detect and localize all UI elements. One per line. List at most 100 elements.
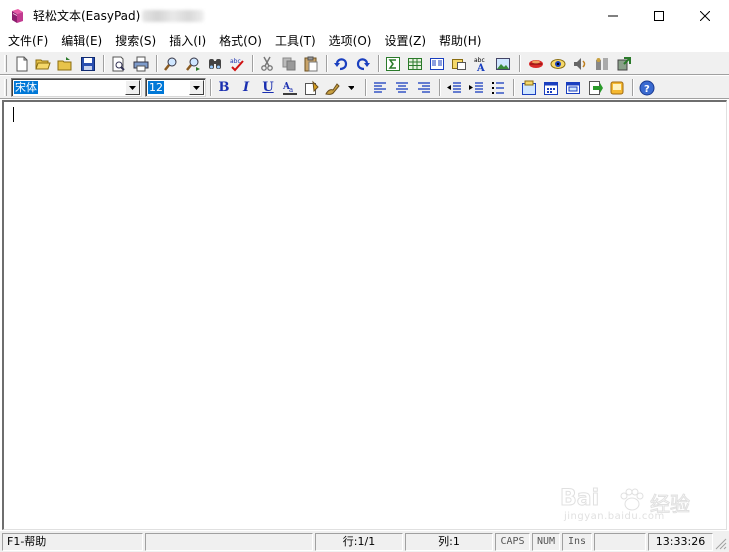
document-export-button[interactable] [585,78,605,97]
redo-button[interactable] [353,54,373,73]
increase-indent-button[interactable] [466,78,486,97]
font-size-dropdown-button[interactable] [189,80,204,95]
redo-icon [356,57,370,70]
calendar-icon [544,81,558,95]
resize-grip-icon[interactable] [714,537,727,550]
insert-columns-button[interactable] [427,54,447,73]
insert-formula-button[interactable] [383,54,403,73]
help-question-icon: ? [639,80,655,95]
print-button[interactable] [131,54,151,73]
bullet-list-button[interactable] [488,78,508,97]
align-right-icon [418,81,430,93]
insert-picture-button[interactable] [493,54,513,73]
open-folder-icon [35,59,51,69]
paw-icon [620,488,644,511]
toolbar-grip[interactable] [4,79,7,96]
export-arrow-icon [617,56,631,70]
align-right-button[interactable] [414,78,434,97]
note-button[interactable] [607,78,627,97]
italic-button[interactable]: I [236,78,256,97]
baidu-jingyan-watermark: Bai 经验 jingyan.baidu.com [559,484,700,524]
window-icon [566,81,580,94]
font-color-button[interactable]: Aa [280,78,300,97]
find-next-button[interactable] [183,54,203,73]
new-file-icon [16,56,28,71]
toolbar-separator [632,79,634,96]
font-size-value: 12 [148,81,164,94]
copy-icon [282,57,296,70]
maximize-icon [654,10,664,21]
indent-icon [469,81,483,93]
menu-format[interactable]: 格式(O) [214,31,267,51]
page-setup-icon [522,80,536,95]
page-setup-button[interactable] [519,78,539,97]
text-editor-area[interactable] [2,100,727,530]
open-recent-button[interactable] [55,54,75,73]
format-paint-button[interactable] [302,78,322,97]
status-line: 行:1/1 [315,533,403,551]
insert-table-button[interactable] [405,54,425,73]
toolbar-separator [365,79,367,96]
status-column: 列:1 [405,533,493,551]
highlight-color-button[interactable] [322,78,356,97]
format-toolbar: 宋体 12 B I U Aa ? [0,75,729,99]
status-time: 13:33:26 [648,533,713,551]
svg-text:A: A [476,63,485,72]
align-left-button[interactable] [370,78,390,97]
maximize-button[interactable] [636,0,682,31]
undo-button[interactable] [331,54,351,73]
menu-tools[interactable]: 工具(T) [270,31,321,51]
menu-search[interactable]: 搜索(S) [110,31,161,51]
font-size-combo[interactable]: 12 [145,78,206,97]
folder-arrow-icon [57,56,72,70]
close-button[interactable] [682,0,728,31]
menu-insert[interactable]: 插入(I) [164,31,211,51]
export-button[interactable] [614,54,634,73]
insert-wordart-button[interactable]: abc A [471,54,491,73]
align-center-button[interactable] [392,78,412,97]
picture-icon [496,57,510,70]
title-bar: 轻松文本(EasyPad) [0,0,729,31]
insert-object-icon [452,58,466,70]
menu-help[interactable]: 帮助(H) [434,31,486,51]
brush-dropdown-icon [325,82,354,95]
paste-button[interactable] [301,54,321,73]
font-name-combo[interactable]: 宋体 [11,78,142,97]
menu-options[interactable]: 选项(O) [324,31,377,51]
watermark-url: jingyan.baidu.com [564,511,665,522]
spell-check-button[interactable]: abc [227,54,247,73]
menu-file[interactable]: 文件(F) [3,31,53,51]
toolbar-grip[interactable] [4,55,7,72]
replace-button[interactable] [205,54,225,73]
font-name-dropdown-button[interactable] [125,80,140,95]
toolbar-separator [378,55,380,72]
find-button[interactable] [161,54,181,73]
underline-button[interactable]: U [258,78,278,97]
decrease-indent-button[interactable] [444,78,464,97]
window-view-button[interactable] [563,78,583,97]
menu-settings[interactable]: 设置(Z) [379,31,431,51]
insert-object-button[interactable] [449,54,469,73]
toolbar-separator [103,55,105,72]
minimize-button[interactable] [590,0,636,31]
bold-button[interactable]: B [214,78,234,97]
voice-settings-button[interactable] [570,54,590,73]
sigma-icon [386,56,400,71]
save-button[interactable] [78,54,98,73]
new-file-button[interactable] [12,54,32,73]
print-preview-button[interactable] [109,54,129,73]
title-redacted-area [142,9,205,22]
underline-label: U [262,80,274,95]
table-grid-icon [408,57,422,70]
tools-button[interactable] [592,54,612,73]
speak-button[interactable] [526,54,546,73]
open-file-button[interactable] [33,54,53,73]
menu-edit[interactable]: 编辑(E) [56,31,107,51]
copy-button[interactable] [279,54,299,73]
help-button[interactable]: ? [637,78,657,97]
status-num: NUM [532,533,560,551]
view-button[interactable] [548,54,568,73]
columns-page-icon [430,57,444,70]
calendar-button[interactable] [541,78,561,97]
cut-button[interactable] [257,54,277,73]
